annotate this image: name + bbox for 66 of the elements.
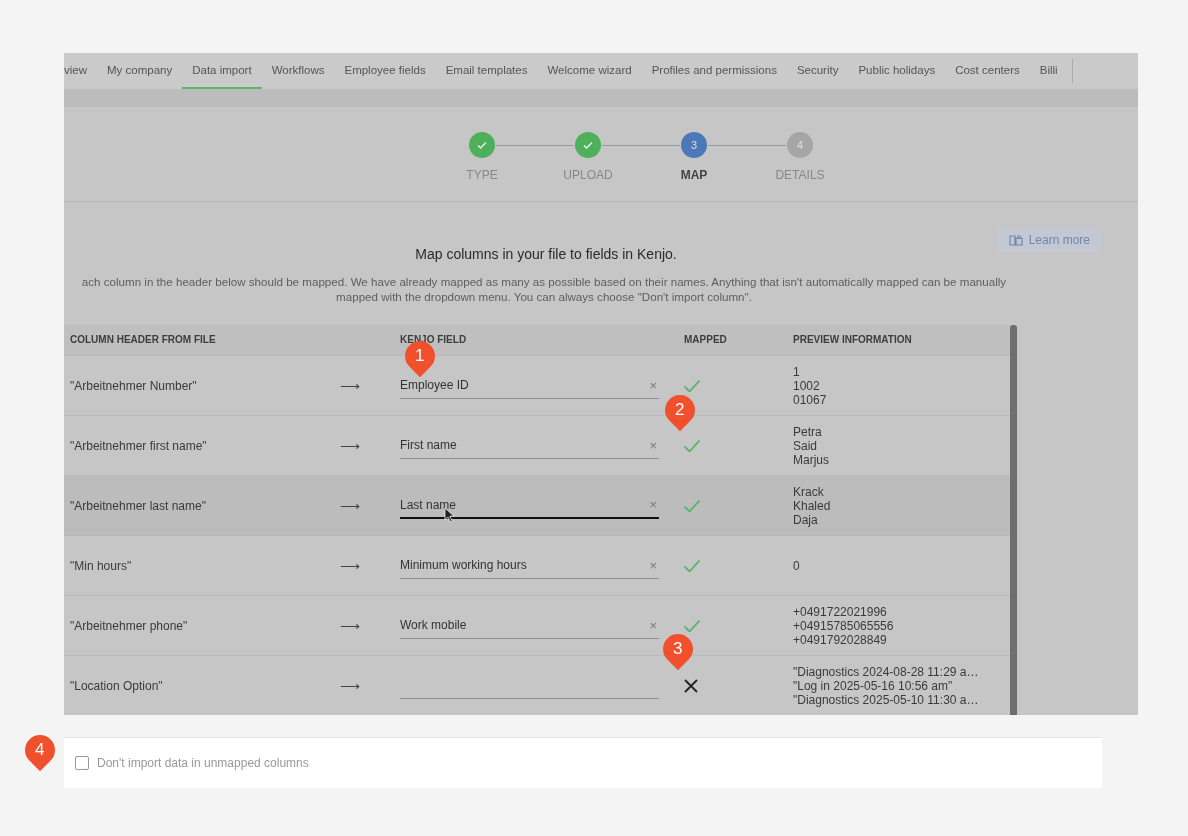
tab[interactable]: Billi xyxy=(1029,53,1068,89)
table-cell-text: "Arbeitnehmer Number" xyxy=(69,378,198,393)
arrow: ⟶ xyxy=(340,497,361,514)
tab[interactable]: Workflows xyxy=(261,53,335,89)
table-cell-text: "Arbeitnehmer last name" xyxy=(69,498,207,513)
check-icon xyxy=(476,139,488,151)
step-indicator: 3 xyxy=(681,132,707,158)
preview-value: Said xyxy=(793,438,819,453)
preview-value: "Log in 2025-05-16 10:56 am" xyxy=(793,678,954,693)
tab[interactable]: Public holidays xyxy=(848,53,946,89)
intro-text: ach column in the header below should be mapped. We have already mapped as many as possible based on their names. Anything that isn't automatically mapped can be manually mapped with the dropdown menu. You can always choose "Don't import column". xyxy=(80,274,1008,304)
preview-value: 01067 xyxy=(793,392,828,407)
step-indicator: 4 xyxy=(787,132,813,158)
tab[interactable]: Cost centers xyxy=(945,53,1030,89)
tab[interactable]: Email templates xyxy=(435,53,538,89)
tab[interactable]: Profiles and permissions xyxy=(641,53,787,89)
column-header: MAPPED xyxy=(683,334,728,345)
checkbox-label[interactable]: Don't import data in unmapped columns xyxy=(97,756,309,770)
table-cell-text: "Location Option" xyxy=(69,678,164,693)
tab[interactable]: Employee fields xyxy=(334,53,436,89)
tab[interactable]: My company xyxy=(97,53,183,89)
clear-icon[interactable]: × xyxy=(649,377,659,393)
scrollbar[interactable] xyxy=(1010,325,1017,715)
preview-value: Krack xyxy=(793,484,825,499)
preview-value: 0 xyxy=(793,558,801,573)
field-select[interactable]: Minimum working hours × xyxy=(400,552,659,579)
table-cell-text: "Arbeitnehmer phone" xyxy=(69,618,189,633)
preview-value: Petra xyxy=(793,424,823,439)
check-icon xyxy=(582,139,594,151)
heading: Map columns in your file to fields in Kenjo. xyxy=(415,246,677,262)
step-label: TYPE xyxy=(466,168,498,182)
clear-icon[interactable]: × xyxy=(649,557,659,573)
step-label: MAP xyxy=(680,168,708,182)
arrow: ⟶ xyxy=(340,677,361,694)
tab[interactable]: Welcome wizard xyxy=(537,53,642,89)
checkbox[interactable] xyxy=(75,756,89,770)
arrow: ⟶ xyxy=(340,557,361,574)
step-label: DETAILS xyxy=(775,168,825,182)
tab[interactable]: view xyxy=(64,53,97,89)
clear-icon[interactable]: × xyxy=(649,497,659,512)
field-select[interactable]: Last name × xyxy=(400,492,659,519)
table-cell-text: "Min hours" xyxy=(69,558,133,573)
preview-value: Daja xyxy=(793,512,819,527)
table-cell-text: "Arbeitnehmer first name" xyxy=(69,438,208,453)
tab[interactable]: Security xyxy=(786,53,849,89)
field-select[interactable]: Employee ID × xyxy=(400,372,659,399)
arrow: ⟶ xyxy=(340,377,361,394)
step-label: UPLOAD xyxy=(563,168,613,182)
preview-value: +0491792028849 xyxy=(793,632,888,647)
field-select[interactable]: Work mobile × xyxy=(400,612,659,639)
preview-value: +04915785065556 xyxy=(793,618,895,633)
preview-value: +0491722021996 xyxy=(793,604,888,619)
preview-value: 1 xyxy=(793,364,801,379)
column-header: COLUMN HEADER FROM FILE xyxy=(69,334,217,345)
clear-icon[interactable]: × xyxy=(649,437,659,453)
preview-value: Khaled xyxy=(793,498,832,513)
preview-value: 1002 xyxy=(793,378,821,393)
preview-value: "Diagnostics 2025-05-10 11:30 a… xyxy=(793,692,980,707)
arrow: ⟶ xyxy=(340,617,361,634)
column-header: PREVIEW INFORMATION xyxy=(793,334,913,345)
arrow: ⟶ xyxy=(340,437,361,454)
preview-value: Marjus xyxy=(793,452,830,467)
book-icon xyxy=(1008,233,1023,246)
field-select[interactable]: First name × xyxy=(400,432,659,459)
preview-value: "Diagnostics 2024-08-28 11:29 a… xyxy=(793,664,980,679)
clear-icon[interactable]: × xyxy=(649,617,659,633)
